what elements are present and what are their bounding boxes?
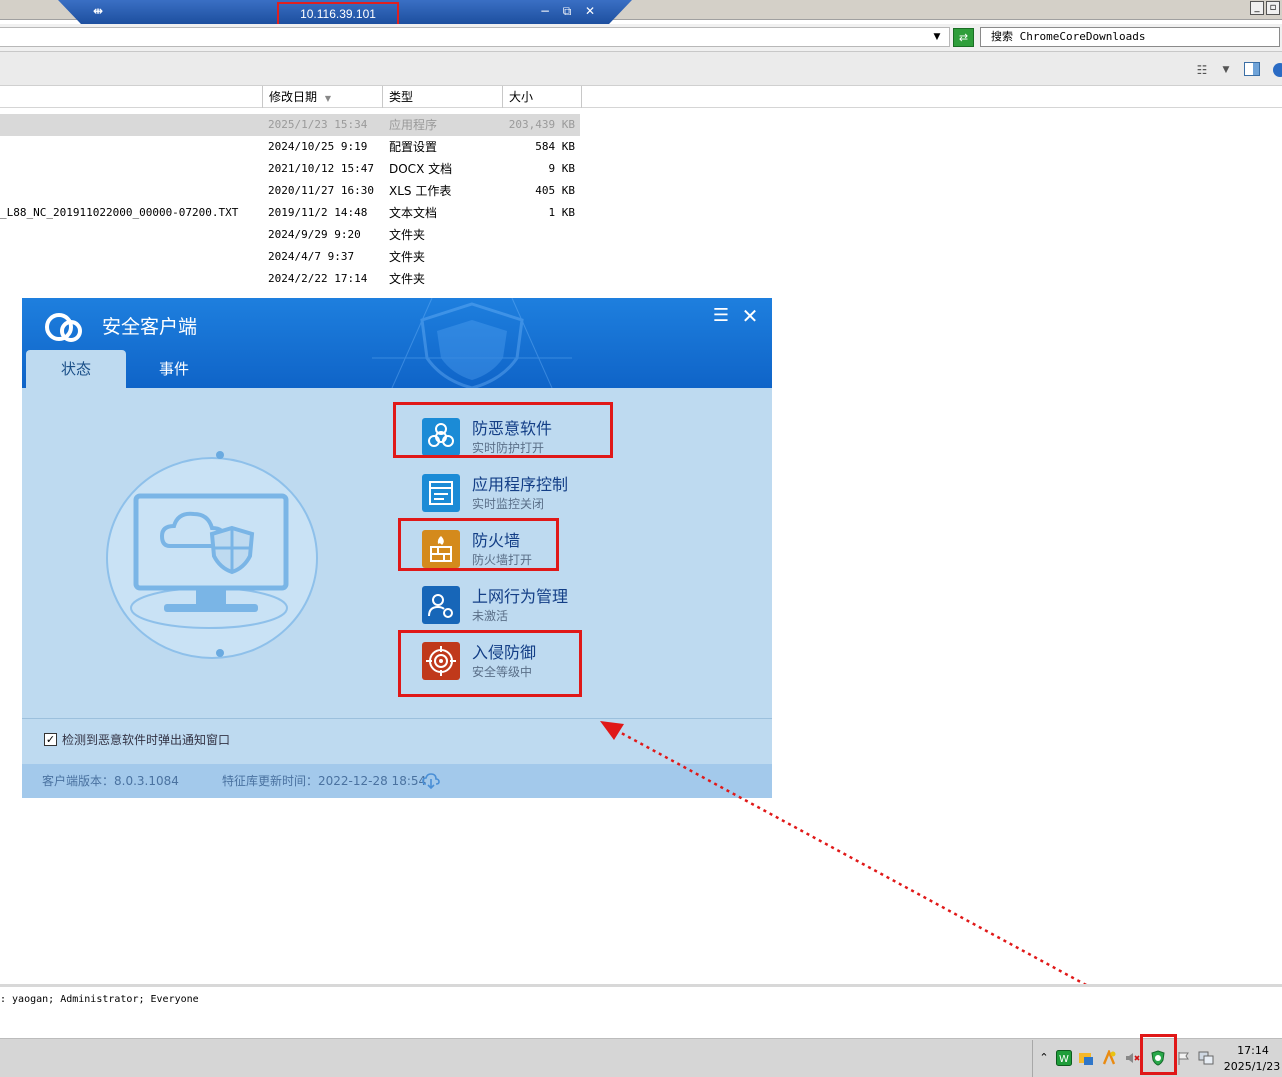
menu-icon[interactable]: ☰ (710, 304, 732, 328)
view-options-icon[interactable]: ☷ (1193, 62, 1211, 78)
address-dropdown-icon[interactable]: ▼ (930, 30, 944, 44)
restore-button[interactable]: ▫ (1266, 1, 1280, 15)
file-row[interactable]: 2020/11/27 16:30 XLS 工作表 405 KB (0, 180, 580, 202)
file-modified: 2024/10/25 9:19 (268, 140, 368, 153)
help-icon[interactable] (1270, 62, 1282, 78)
shield-watermark-icon (372, 298, 572, 388)
file-type: 文本文档 (389, 206, 438, 220)
tray-app-w-icon[interactable]: W (1056, 1050, 1072, 1066)
refresh-go-button[interactable]: ⇄ (953, 28, 974, 47)
search-input[interactable]: 搜索 ChromeCoreDownloads (980, 27, 1280, 47)
file-name: _L88_NC_201911022000_00000-07200.TXT (0, 206, 239, 219)
remote-restore-button[interactable]: ⧉ (559, 3, 575, 19)
sort-arrow-icon: ▼ (324, 94, 331, 103)
security-client-window: 安全客户端 ☰ ✕ 状态 事件 防恶意软件 实时防护打开 应用程序控制 实时监控关闭防… (22, 298, 772, 798)
file-row[interactable]: 2024/4/7 9:37 文件夹 (0, 246, 580, 268)
cloud-update-icon[interactable] (422, 773, 440, 789)
column-header-type[interactable]: 类型 (382, 86, 502, 108)
file-type: DOCX 文档 (389, 162, 453, 176)
file-row[interactable]: 2024/2/22 17:14 文件夹 (0, 268, 580, 290)
file-modified: 2024/2/22 17:14 (268, 272, 368, 285)
pin-icon[interactable]: ⇹ (90, 4, 106, 18)
column-header-modified-label: 修改日期 (269, 90, 318, 104)
file-row[interactable]: 2021/10/12 15:47 DOCX 文档 9 KB (0, 158, 580, 180)
window-controls: _ ▫ (1250, 1, 1282, 17)
file-size: 405 KB (535, 184, 575, 197)
file-size: 203,439 KB (508, 118, 575, 131)
notify-checkbox[interactable]: ✓ (44, 733, 57, 746)
clock-time[interactable]: 17:14 (1226, 1044, 1280, 1058)
notify-checkbox-label: 检测到恶意软件时弹出通知窗口 (62, 733, 231, 747)
file-modified: 2021/10/12 15:47 (268, 162, 374, 175)
column-header-modified[interactable]: 修改日期 ▼ (262, 86, 382, 108)
tray-flag-icon[interactable] (1176, 1050, 1192, 1066)
app-window-icon (422, 474, 460, 512)
minimize-button[interactable]: _ (1250, 1, 1264, 15)
feature-status: 未激活 (472, 609, 509, 623)
file-row[interactable]: 2024/9/29 9:20 文件夹 (0, 224, 580, 246)
file-type: 文件夹 (389, 228, 426, 242)
protected-monitor-illustration (106, 451, 318, 659)
file-type: 文件夹 (389, 250, 426, 264)
client-logo-icon (45, 313, 82, 342)
file-type: 配置设置 (389, 140, 438, 154)
tab-status[interactable]: 状态 (26, 350, 126, 388)
tray-network-flag-icon[interactable] (1101, 1050, 1117, 1066)
tray-folder-sync-icon[interactable] (1078, 1050, 1094, 1066)
file-type: XLS 工作表 (389, 184, 452, 198)
feature-title: 应用程序控制 (472, 475, 569, 494)
divider (22, 718, 772, 719)
feature-title: 上网行为管理 (472, 587, 569, 606)
file-size: 584 KB (535, 140, 575, 153)
file-type: 文件夹 (389, 272, 426, 286)
file-row[interactable]: 2025/1/23 15:34 应用程序 203,439 KB (0, 114, 580, 136)
client-version: 客户端版本：8.0.3.1084 (42, 774, 179, 788)
tab-events[interactable]: 事件 (124, 350, 224, 388)
explorer-toolbar (0, 52, 1282, 86)
file-row[interactable]: 2024/10/25 9:19 配置设置 584 KB (0, 136, 580, 158)
file-modified: 2024/9/29 9:20 (268, 228, 361, 241)
preview-pane-icon[interactable] (1243, 62, 1261, 78)
view-dropdown-icon[interactable]: ▼ (1220, 62, 1232, 78)
clock-date[interactable]: 2025/1/23 (1222, 1060, 1282, 1074)
security-client-tray-icon[interactable] (1150, 1050, 1166, 1066)
file-size: 1 KB (548, 206, 576, 219)
file-size: 9 KB (548, 162, 576, 175)
remote-close-button[interactable]: ✕ (582, 3, 598, 19)
signature-update-time: 特征库更新时间：2022-12-28 18:54 (222, 774, 427, 788)
file-modified: 2019/11/2 14:48 (268, 206, 368, 219)
client-title: 安全客户端 (102, 316, 198, 338)
details-permissions: : yaogan; Administrator; Everyone (0, 994, 199, 1005)
tray-expand-icon[interactable]: ⌃ (1036, 1050, 1052, 1066)
column-header-row (0, 86, 1282, 108)
file-modified: 2024/4/7 9:37 (268, 250, 355, 263)
tray-network-icon[interactable] (1198, 1050, 1214, 1066)
remote-minimize-button[interactable]: − (537, 3, 553, 19)
feature-status: 实时监控关闭 (472, 497, 545, 511)
file-row[interactable]: _L88_NC_201911022000_00000-07200.TXT 2019… (0, 202, 580, 224)
highlight-box (398, 518, 559, 571)
highlight-box (393, 402, 613, 458)
tray-volume-muted-icon[interactable] (1124, 1050, 1140, 1066)
column-header-size[interactable]: 大小 (502, 86, 582, 108)
user-gear-icon (422, 586, 460, 624)
svg-text:W: W (1059, 1054, 1069, 1065)
feature-item[interactable]: 应用程序控制实时监控关闭 (422, 474, 622, 514)
file-modified: 2020/11/27 16:30 (268, 184, 374, 197)
feature-item[interactable]: 上网行为管理 未激活 (422, 586, 622, 626)
highlight-box (398, 630, 582, 697)
file-type: 应用程序 (389, 118, 438, 132)
address-input[interactable] (0, 27, 950, 47)
close-icon[interactable]: ✕ (738, 304, 762, 328)
file-modified: 2025/1/23 15:34 (268, 118, 368, 131)
